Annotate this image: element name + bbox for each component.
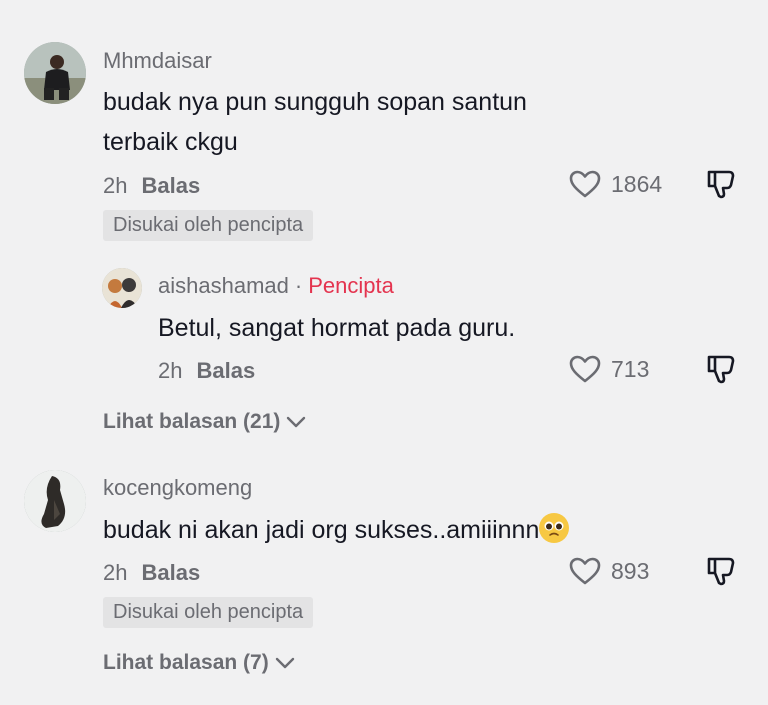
like-count: 713 (611, 355, 650, 382)
reply-username: aishashamad · Pencipta (158, 273, 394, 299)
comment-text: budak ni akan jadi org sukses..amiiinnn (103, 510, 570, 550)
view-replies-button[interactable]: Lihat balasan (21) (103, 410, 306, 434)
reply-button[interactable]: Balas (196, 358, 255, 383)
avatar-photo (24, 42, 86, 104)
view-replies-button[interactable]: Lihat balasan (7) (103, 651, 295, 675)
liked-by-creator-badge: Disukai oleh pencipta (103, 597, 314, 628)
like-button[interactable]: 893 (568, 556, 649, 586)
thumbs-down-outline-icon[interactable] (705, 168, 737, 200)
liked-by-creator-badge: Disukai oleh pencipta (103, 210, 314, 241)
heart-outline-icon (569, 170, 601, 198)
comment-time: 2h (103, 173, 128, 198)
heart-outline-icon (569, 355, 601, 383)
separator-dot: · (294, 273, 303, 298)
heart-outline-icon (569, 557, 601, 585)
like-button[interactable]: 1864 (568, 169, 662, 199)
reply-button[interactable]: Balas (141, 173, 200, 198)
reply-time: 2h (158, 358, 183, 383)
thumbs-down-outline-icon[interactable] (705, 555, 737, 587)
like-count: 893 (611, 557, 650, 584)
creator-label: Pencipta (308, 273, 394, 298)
comment-text-body: budak ni akan jadi org sukses..amiiinnn (103, 516, 540, 544)
like-button[interactable]: 713 (568, 354, 649, 384)
view-replies-label: Lihat balasan (21) (103, 410, 281, 433)
comment-meta: 2h Balas (103, 173, 200, 199)
comment-text-line-2: terbaik ckgu (103, 128, 238, 156)
avatar[interactable] (24, 470, 86, 532)
comment-username[interactable]: kocengkomeng (103, 475, 252, 501)
comment-username[interactable]: Mhmdaisar (103, 48, 212, 74)
reply-text: Betul, sangat hormat pada guru. (158, 314, 516, 342)
reply-button[interactable]: Balas (141, 560, 200, 585)
avatar[interactable] (24, 42, 86, 104)
comments-list: Mhmdaisar budak nya pun sungguh sopan sa… (0, 0, 768, 705)
comment-time: 2h (103, 560, 128, 585)
chevron-down-icon (275, 657, 294, 669)
chevron-down-icon (287, 416, 306, 428)
pleading-face-emoji (539, 513, 570, 543)
like-count: 1864 (611, 170, 663, 197)
comment-text-line-1: budak nya pun sungguh sopan santun (103, 88, 527, 116)
avatar-photo (102, 268, 142, 308)
thumbs-down-outline-icon[interactable] (705, 353, 737, 385)
reply-username-text[interactable]: aishashamad (158, 273, 289, 298)
reply-meta: 2h Balas (158, 358, 255, 384)
view-replies-label: Lihat balasan (7) (103, 651, 269, 674)
avatar[interactable] (102, 268, 142, 308)
comment-meta: 2h Balas (103, 560, 200, 586)
avatar-photo (24, 470, 86, 532)
